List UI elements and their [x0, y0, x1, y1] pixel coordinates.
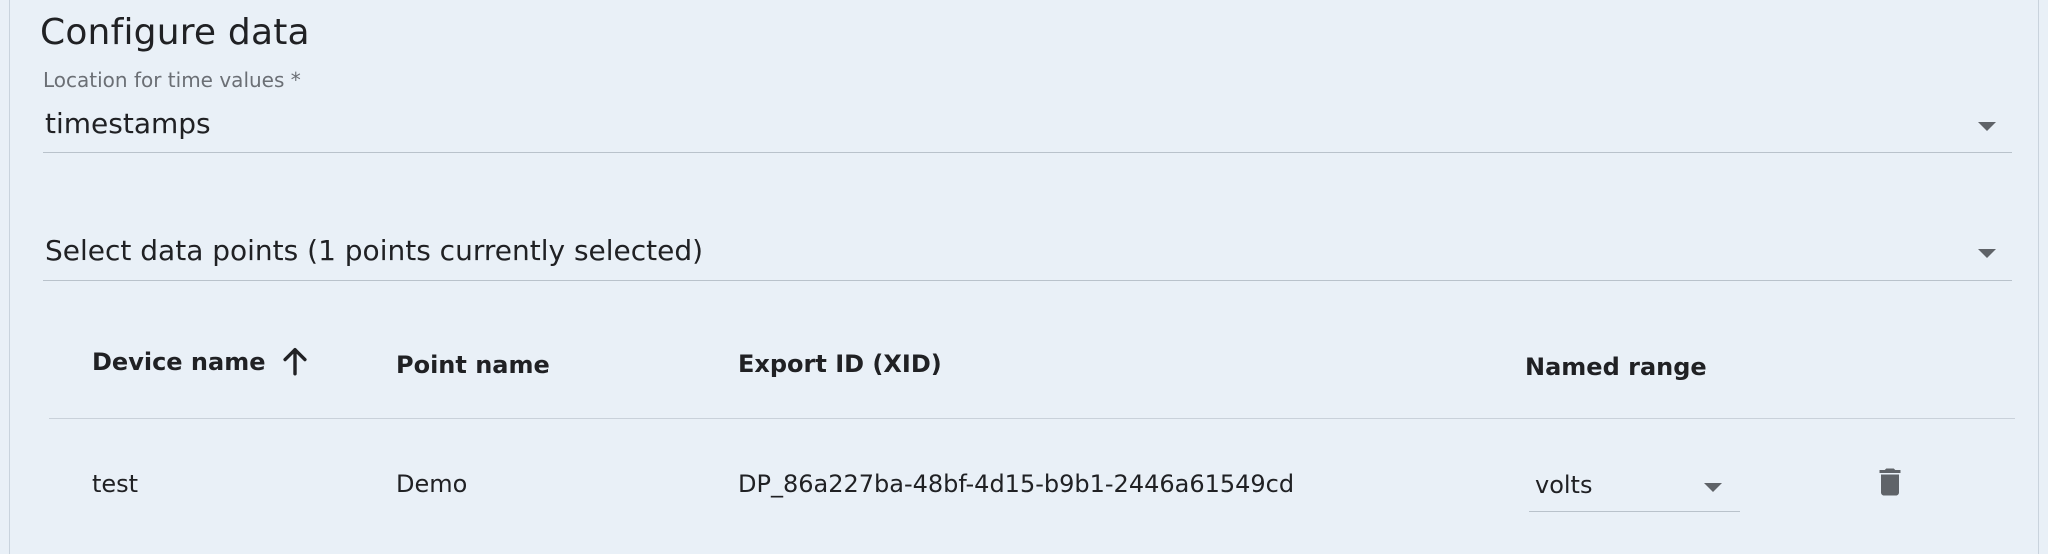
column-header-device-name-label: Device name	[92, 348, 266, 376]
table-header-row: Device name Point name Export ID (XID) N…	[49, 318, 2015, 419]
cell-export-id: DP_86a227ba-48bf-4d15-b9b1-2446a61549cd	[738, 470, 1295, 498]
configure-data-panel: Configure data Location for time values …	[9, 0, 2039, 554]
column-header-named-range[interactable]: Named range	[1525, 353, 1707, 381]
trash-icon[interactable]	[1872, 462, 1908, 502]
cell-device-name: test	[92, 470, 139, 498]
named-range-value: volts	[1535, 471, 1593, 499]
data-points-select[interactable]: Select data points (1 points currently s…	[43, 218, 2012, 281]
table-row: test Demo DP_86a227ba-48bf-4d15-b9b1-244…	[49, 419, 2015, 519]
data-points-table: Device name Point name Export ID (XID) N…	[49, 318, 2015, 519]
column-header-export-id[interactable]: Export ID (XID)	[738, 350, 942, 378]
arrow-up-icon[interactable]	[278, 344, 312, 378]
cell-point-name: Demo	[396, 470, 468, 498]
chevron-down-icon[interactable]	[1978, 249, 1996, 258]
column-header-point-name[interactable]: Point name	[396, 351, 550, 379]
page-title: Configure data	[40, 12, 310, 53]
named-range-select[interactable]: volts	[1529, 461, 1740, 512]
time-location-select[interactable]: Location for time values * timestamps	[43, 68, 2012, 153]
time-location-value: timestamps	[45, 107, 211, 140]
column-header-device-name[interactable]: Device name	[92, 347, 312, 378]
time-location-label: Location for time values *	[43, 68, 301, 92]
chevron-down-icon[interactable]	[1704, 483, 1722, 492]
data-points-summary: Select data points (1 points currently s…	[45, 234, 704, 267]
chevron-down-icon[interactable]	[1978, 122, 1996, 131]
